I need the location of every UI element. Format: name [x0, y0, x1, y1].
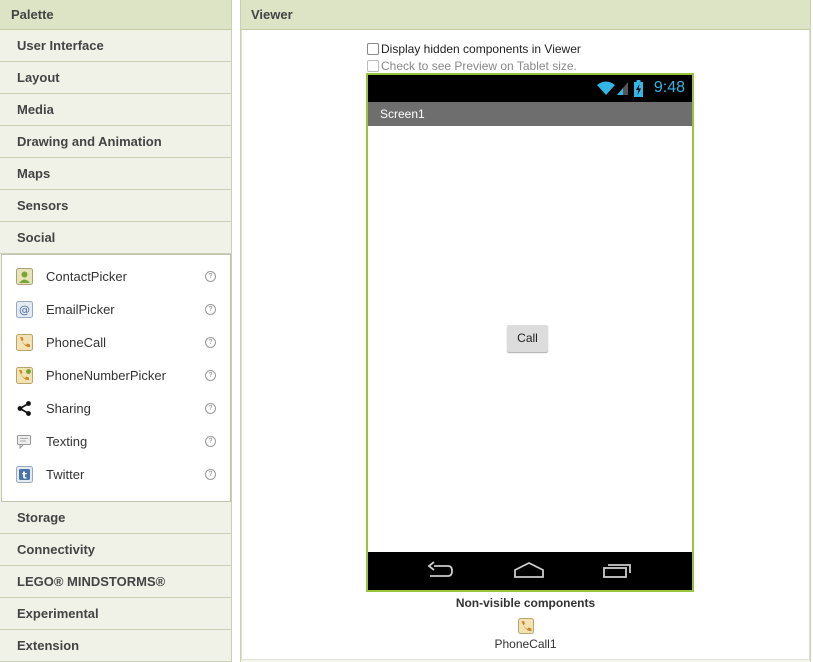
status-time: 9:48 — [653, 79, 685, 96]
tablet-preview-checkbox[interactable]: Check to see Preview on Tablet size. — [367, 59, 577, 73]
contact-icon — [16, 268, 33, 285]
hidden-components-checkbox[interactable]: Display hidden components in Viewer — [367, 42, 581, 56]
help-icon[interactable]: ? — [205, 271, 216, 282]
recent-apps-icon[interactable] — [602, 561, 632, 579]
phone-icon — [16, 334, 33, 351]
component-label: Twitter — [46, 467, 85, 482]
component-texting[interactable]: Texting ? — [2, 425, 230, 458]
help-icon[interactable]: ? — [205, 337, 216, 348]
phone-number-icon — [16, 367, 33, 384]
category-drawing-animation[interactable]: Drawing and Animation — [0, 126, 231, 158]
category-media[interactable]: Media — [0, 94, 231, 126]
share-icon — [17, 401, 31, 416]
texting-icon — [17, 435, 31, 450]
svg-text:@: @ — [19, 304, 30, 317]
checkbox-box[interactable] — [367, 60, 379, 72]
email-icon: @ — [16, 301, 33, 318]
help-icon[interactable]: ? — [205, 370, 216, 381]
component-sharing[interactable]: Sharing ? — [2, 392, 230, 425]
viewer-panel: Viewer Display hidden components in View… — [240, 0, 811, 662]
battery-icon — [634, 80, 643, 97]
hidden-components-label: Display hidden components in Viewer — [381, 42, 581, 56]
component-label: PhoneNumberPicker — [46, 368, 166, 383]
component-phonecall[interactable]: PhoneCall ? — [2, 326, 230, 359]
checkbox-box[interactable] — [367, 43, 379, 55]
category-layout[interactable]: Layout — [0, 62, 231, 94]
back-icon[interactable] — [426, 561, 454, 581]
category-connectivity[interactable]: Connectivity — [0, 534, 231, 566]
screen-title-bar: Screen1 — [368, 102, 692, 126]
wifi-icon — [597, 81, 615, 95]
component-phonenumberpicker[interactable]: PhoneNumberPicker ? — [2, 359, 230, 392]
component-contactpicker[interactable]: ContactPicker ? — [2, 260, 230, 293]
viewer-body: Display hidden components in Viewer Chec… — [241, 30, 810, 660]
component-twitter[interactable]: t Twitter ? — [2, 458, 230, 491]
component-label: PhoneCall — [46, 335, 106, 350]
palette-panel: Palette User Interface Layout Media Draw… — [0, 0, 232, 662]
category-sensors[interactable]: Sensors — [0, 190, 231, 222]
category-user-interface[interactable]: User Interface — [0, 30, 231, 62]
component-label: Sharing — [46, 401, 91, 416]
help-icon[interactable]: ? — [205, 436, 216, 447]
status-bar: 9:48 — [368, 75, 692, 102]
help-icon[interactable]: ? — [205, 469, 216, 480]
nonvisible-components-label: Non-visible components — [455, 596, 596, 610]
component-label: EmailPicker — [46, 302, 115, 317]
viewer-title: Viewer — [241, 0, 810, 30]
category-maps[interactable]: Maps — [0, 158, 231, 190]
help-icon[interactable]: ? — [205, 403, 216, 414]
category-lego-mindstorms[interactable]: LEGO® MINDSTORMS® — [0, 566, 231, 598]
twitter-icon: t — [16, 466, 33, 483]
signal-icon — [617, 82, 628, 95]
home-icon[interactable] — [513, 561, 545, 579]
phone-mockup[interactable]: 9:48 Screen1 Call — [366, 73, 694, 592]
component-emailpicker[interactable]: @ EmailPicker ? — [2, 293, 230, 326]
tablet-preview-label: Check to see Preview on Tablet size. — [381, 59, 577, 73]
phone-icon[interactable] — [518, 618, 534, 634]
category-social[interactable]: Social — [0, 222, 231, 254]
call-button[interactable]: Call — [507, 325, 548, 352]
android-nav-bar — [368, 552, 692, 590]
svg-text:t: t — [22, 471, 27, 482]
help-icon[interactable]: ? — [205, 304, 216, 315]
component-label: ContactPicker — [46, 269, 127, 284]
category-extension[interactable]: Extension — [0, 630, 231, 662]
category-storage[interactable]: Storage — [0, 502, 231, 534]
social-component-list: ContactPicker ? @ EmailPicker ? PhoneCal… — [1, 254, 231, 502]
category-experimental[interactable]: Experimental — [0, 598, 231, 630]
nonvisible-component-phonecall1[interactable]: PhoneCall1 — [241, 637, 810, 651]
component-label: Texting — [46, 434, 88, 449]
palette-title: Palette — [0, 0, 231, 30]
